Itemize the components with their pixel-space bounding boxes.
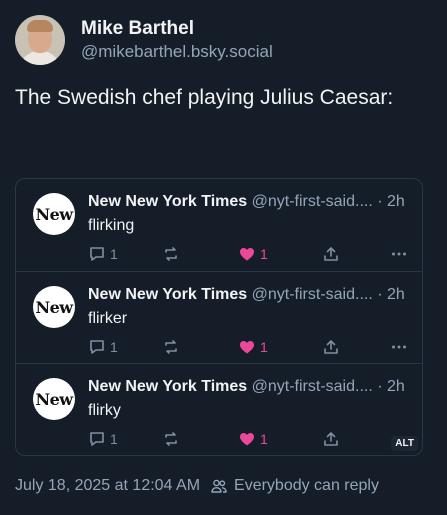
post-header: Mike Barthel @mikebarthel.bsky.social [15, 14, 273, 66]
nyt-avatar: New [33, 286, 75, 328]
author-handle[interactable]: @mikebarthel.bsky.social [81, 41, 273, 63]
heart-icon [240, 433, 254, 446]
more-options-button [390, 337, 408, 357]
embedded-post-text: flirker [88, 310, 128, 327]
post-text: The Swedish chef playing Julius Caesar: [15, 86, 394, 109]
reply-setting[interactable]: Everybody can reply [234, 476, 379, 496]
author-display-name[interactable]: Mike Barthel [81, 17, 273, 41]
share-icon [324, 432, 338, 446]
ellipsis-icon [392, 345, 406, 349]
like-count: 1 [260, 431, 268, 447]
heart-icon [240, 248, 254, 261]
embedded-post: New New New York Times @nyt-first-said..… [16, 363, 422, 455]
reply-count: 1 [110, 339, 118, 355]
embedded-post: New New New York Times @nyt-first-said..… [16, 179, 422, 271]
author-avatar[interactable] [15, 15, 65, 65]
embedded-post-handle: @nyt-first-said.... [251, 286, 373, 303]
heart-icon [240, 341, 254, 354]
reply-icon [90, 340, 104, 354]
reply-icon [90, 432, 104, 446]
repost-button [162, 337, 180, 357]
like-button: 1 [238, 337, 268, 357]
embedded-post-time: · 2h [377, 193, 405, 210]
reply-button: 1 [88, 429, 118, 449]
embedded-post-name: New New York Times [88, 193, 248, 210]
embedded-post-text: flirky [88, 402, 121, 419]
repost-icon [165, 432, 177, 446]
share-button [322, 244, 340, 264]
like-count: 1 [260, 339, 268, 355]
reply-button: 1 [88, 337, 118, 357]
embedded-post-handle: @nyt-first-said.... [251, 378, 373, 395]
embedded-image[interactable]: New New New York Times @nyt-first-said..… [15, 178, 423, 456]
embedded-post-header: New New York Times @nyt-first-said.... ·… [88, 377, 413, 397]
embedded-post-time: · 2h [377, 378, 405, 395]
ellipsis-icon [392, 252, 406, 256]
embedded-post-name: New New York Times [88, 286, 248, 303]
embedded-post-header: New New York Times @nyt-first-said.... ·… [88, 285, 413, 305]
author-names: Mike Barthel @mikebarthel.bsky.social [81, 17, 273, 63]
alt-text-badge[interactable]: ALT [391, 436, 418, 451]
embedded-post-actions: 1 1 [88, 337, 408, 357]
like-button: 1 [238, 429, 268, 449]
repost-icon [165, 247, 177, 261]
more-options-button [390, 244, 408, 264]
like-count: 1 [260, 246, 268, 262]
embedded-post-time: · 2h [377, 286, 405, 303]
embedded-post-header: New New York Times @nyt-first-said.... ·… [88, 192, 413, 212]
repost-button [162, 429, 180, 449]
share-icon [324, 247, 338, 261]
share-icon [324, 340, 338, 354]
repost-button [162, 244, 180, 264]
like-button: 1 [238, 244, 268, 264]
people-icon [210, 477, 228, 495]
share-button [322, 429, 340, 449]
post-footer: July 18, 2025 at 12:04 AM Everybody can … [15, 476, 379, 496]
reply-count: 1 [110, 431, 118, 447]
repost-icon [165, 340, 177, 354]
embedded-post-actions: 1 1 [88, 244, 408, 264]
embedded-post-handle: @nyt-first-said.... [251, 193, 373, 210]
nyt-avatar: New [33, 193, 75, 235]
embedded-post-actions: 1 1 [88, 429, 408, 449]
embedded-post: New New New York Times @nyt-first-said..… [16, 271, 422, 364]
embedded-post-text: flirking [88, 217, 135, 234]
reply-button: 1 [88, 244, 118, 264]
share-button [322, 337, 340, 357]
reply-icon [90, 247, 104, 261]
reply-count: 1 [110, 246, 118, 262]
post-timestamp[interactable]: July 18, 2025 at 12:04 AM [15, 476, 200, 496]
nyt-avatar: New [33, 378, 75, 420]
embedded-post-name: New New York Times [88, 378, 248, 395]
